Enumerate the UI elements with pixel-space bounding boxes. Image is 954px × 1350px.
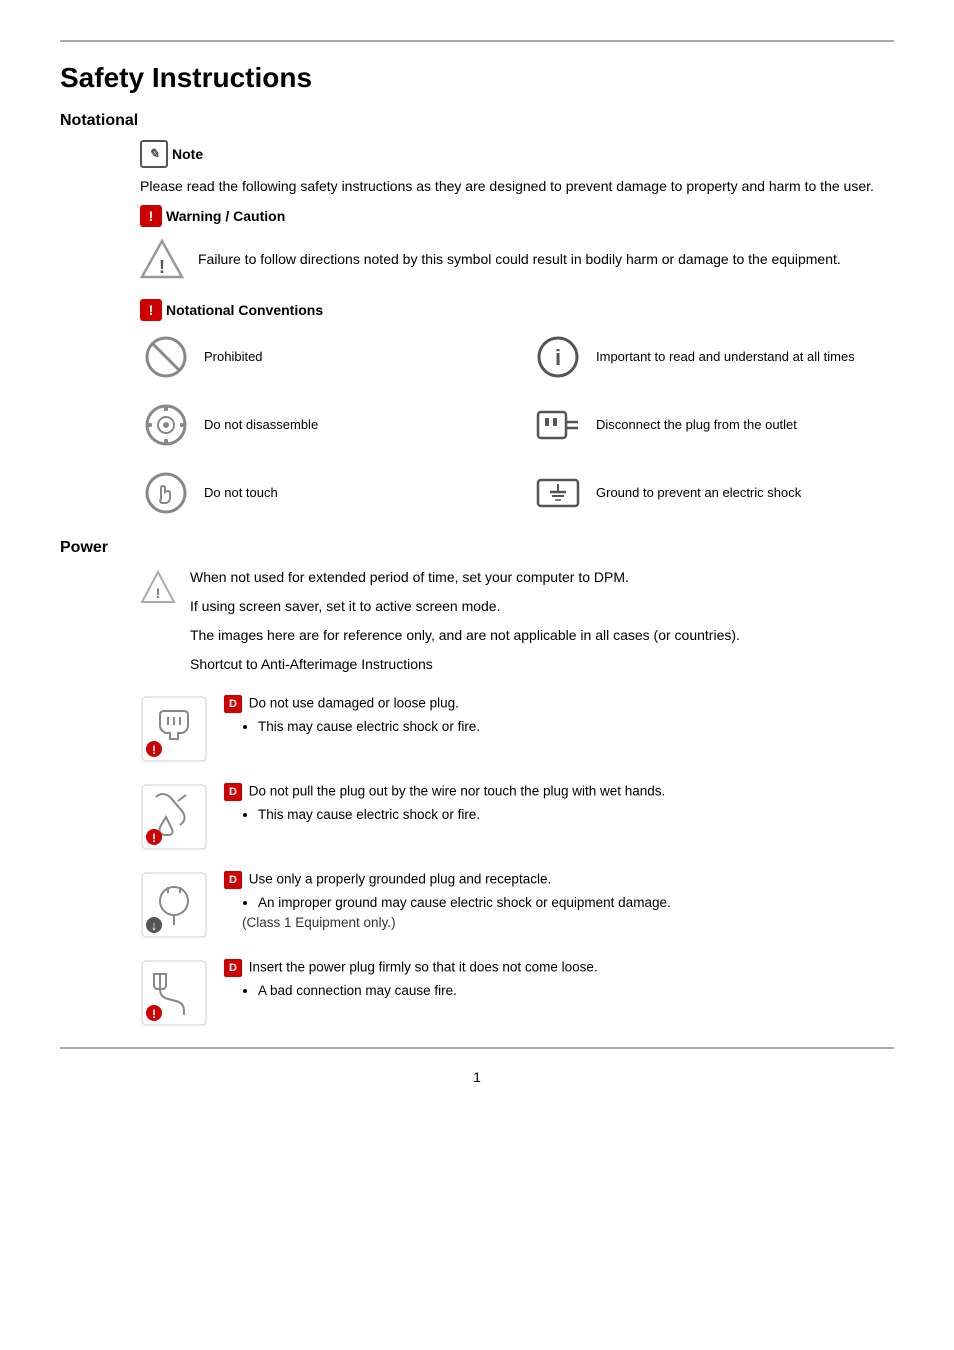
- power-item-1-main: D Do not use damaged or loose plug.: [224, 695, 894, 713]
- power-item-2-main: D Do not pull the plug out by the wire n…: [224, 783, 894, 801]
- page-number: 1: [60, 1069, 894, 1085]
- note-body-text: Please read the following safety instruc…: [140, 176, 894, 197]
- reference-text: The images here are for reference only, …: [190, 625, 740, 646]
- note-icon: ✎: [140, 140, 168, 168]
- power-item-4-icon: !: [140, 959, 208, 1027]
- power-item-3: ↓ D Use only a properly grounded plug an…: [140, 871, 894, 939]
- power-content: ! When not used for extended period of t…: [140, 567, 894, 1027]
- power-item-4: ! D Insert the power plug firmly so that…: [140, 959, 894, 1027]
- power-item-2-red-icon: D: [224, 783, 242, 801]
- power-item-2-image: !: [140, 783, 208, 851]
- power-item-3-bullet: An improper ground may cause electric sh…: [258, 893, 894, 913]
- power-heading: Power: [60, 539, 894, 557]
- notational-heading: Notational: [60, 112, 894, 130]
- touch-icon-container: [140, 467, 192, 519]
- conventions-heading: Notational Conventions: [166, 302, 323, 318]
- page: Safety Instructions Notational ✎ Note Pl…: [0, 0, 954, 1350]
- power-item-3-main: D Use only a properly grounded plug and …: [224, 871, 894, 889]
- power-item-4-main: D Insert the power plug firmly so that i…: [224, 959, 894, 977]
- ground-label: Ground to prevent an electric shock: [596, 484, 801, 502]
- svg-text:!: !: [159, 257, 165, 277]
- ground-icon-container: [532, 467, 584, 519]
- svg-text:!: !: [152, 743, 156, 757]
- prohibited-label: Prohibited: [204, 348, 263, 366]
- touch-label: Do not touch: [204, 484, 278, 502]
- disassemble-label: Do not disassemble: [204, 416, 318, 434]
- warning-label: Warning / Caution: [166, 208, 285, 224]
- power-item-1-content: D Do not use damaged or loose plug. This…: [224, 695, 894, 737]
- warning-triangle-row: ! Failure to follow directions noted by …: [140, 237, 894, 281]
- note-row: ✎ Note: [140, 140, 894, 168]
- svg-text:↓: ↓: [151, 918, 158, 933]
- touch-icon: [143, 470, 189, 516]
- power-item-1-red-icon: D: [224, 695, 242, 713]
- power-item-1-image: !: [140, 695, 208, 763]
- convention-ground: Ground to prevent an electric shock: [532, 467, 894, 519]
- power-item-1: ! D Do not use damaged or loose plug. Th…: [140, 695, 894, 763]
- convention-disassemble: Do not disassemble: [140, 399, 502, 451]
- important-icon: i: [535, 334, 581, 380]
- disconnect-label: Disconnect the plug from the outlet: [596, 416, 797, 434]
- dpm-triangle-row: ! When not used for extended period of t…: [140, 567, 894, 683]
- disconnect-icon: [535, 402, 581, 448]
- page-title: Safety Instructions: [60, 62, 894, 94]
- dpm-text: When not used for extended period of tim…: [190, 567, 740, 588]
- convention-disconnect: Disconnect the plug from the outlet: [532, 399, 894, 451]
- power-item-3-image: ↓: [140, 871, 208, 939]
- notational-content: ✎ Note Please read the following safety …: [140, 140, 894, 519]
- bottom-border: [60, 1047, 894, 1049]
- power-item-2-content: D Do not pull the plug out by the wire n…: [224, 783, 894, 825]
- dpm-text-block: When not used for extended period of tim…: [190, 567, 740, 683]
- power-item-1-bullet: This may cause electric shock or fire.: [258, 717, 894, 737]
- conventions-icon: !: [140, 299, 162, 321]
- convention-important: i Important to read and understand at al…: [532, 331, 894, 383]
- power-triangle-icon: !: [140, 569, 176, 605]
- warning-body-text: Failure to follow directions noted by th…: [198, 249, 841, 270]
- disassemble-icon-container: [140, 399, 192, 451]
- triangle-warning-icon: !: [140, 237, 184, 281]
- warning-row: ! Warning / Caution: [140, 205, 894, 227]
- power-item-3-sub: (Class 1 Equipment only.): [242, 913, 894, 933]
- prohibited-icon: [143, 334, 189, 380]
- important-icon-container: i: [532, 331, 584, 383]
- convention-prohibited: Prohibited: [140, 331, 502, 383]
- power-item-3-icon: ↓: [140, 871, 208, 939]
- important-label: Important to read and understand at all …: [596, 348, 855, 366]
- power-item-2: ! D Do not pull the plug out by the wire…: [140, 783, 894, 851]
- conventions-heading-row: ! Notational Conventions: [140, 299, 894, 321]
- svg-text:!: !: [152, 831, 156, 845]
- screensaver-text: If using screen saver, set it to active …: [190, 596, 740, 617]
- power-item-1-icon: !: [140, 695, 208, 763]
- warning-icon: !: [140, 205, 162, 227]
- power-item-3-content: D Use only a properly grounded plug and …: [224, 871, 894, 934]
- power-item-2-bullet: This may cause electric shock or fire.: [258, 805, 894, 825]
- power-item-2-icon: !: [140, 783, 208, 851]
- convention-touch: Do not touch: [140, 467, 502, 519]
- prohibited-icon-container: [140, 331, 192, 383]
- power-item-3-red-icon: D: [224, 871, 242, 889]
- power-item-4-bullet: A bad connection may cause fire.: [258, 981, 894, 1001]
- svg-text:!: !: [152, 1007, 156, 1021]
- disassemble-icon: [143, 402, 189, 448]
- svg-text:i: i: [555, 345, 561, 370]
- note-label: Note: [172, 146, 203, 162]
- power-item-4-red-icon: D: [224, 959, 242, 977]
- disconnect-icon-container: [532, 399, 584, 451]
- top-border: [60, 40, 894, 42]
- conventions-grid: Prohibited i Important to read and under…: [140, 331, 894, 519]
- svg-text:!: !: [156, 585, 161, 601]
- ground-icon: [535, 470, 581, 516]
- power-item-4-content: D Insert the power plug firmly so that i…: [224, 959, 894, 1001]
- power-item-4-image: !: [140, 959, 208, 1027]
- shortcut-text: Shortcut to Anti-Afterimage Instructions: [190, 654, 740, 675]
